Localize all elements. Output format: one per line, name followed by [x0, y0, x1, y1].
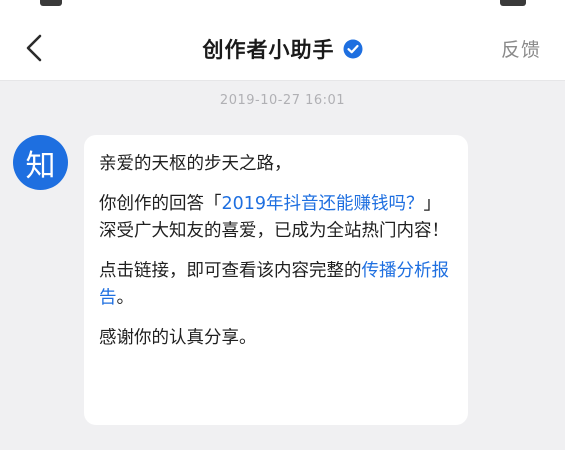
top-navigation-bar: 创作者小助手 反馈 — [0, 18, 565, 81]
status-bar-fragment — [500, 0, 526, 6]
avatar-glyph: 知 — [25, 148, 56, 184]
chevron-left-icon — [26, 34, 42, 62]
back-button[interactable] — [14, 28, 54, 68]
message-greeting: 亲爱的天枢的步天之路， — [99, 154, 292, 174]
message-closing: 感谢你的认真分享。 — [99, 328, 257, 348]
page-title: 创作者小助手 — [202, 38, 335, 62]
message-timestamp: 2019-10-27 16:01 — [219, 93, 346, 108]
verified-check-icon — [343, 39, 362, 59]
status-bar — [0, 0, 565, 18]
message-text: 你创作的回答「 — [99, 194, 222, 214]
message-paragraph: 你创作的回答「2019年抖音还能赚钱吗？」深受广大知友的喜爱，已成为全站热门内容… — [99, 191, 454, 245]
message-text: 。 — [116, 288, 135, 308]
answer-link[interactable]: 2019年抖音还能赚钱吗？ — [222, 194, 424, 214]
message-text: 点击链接，即可查看该内容完整的 — [99, 261, 362, 281]
feedback-button[interactable]: 反馈 — [501, 35, 541, 62]
status-bar-fragment — [40, 0, 62, 6]
message-paragraph: 点击链接，即可查看该内容完整的传播分析报告。 — [99, 258, 454, 312]
avatar[interactable]: 知 — [13, 135, 68, 190]
message-bubble: 亲爱的天枢的步天之路， 你创作的回答「2019年抖音还能赚钱吗？」深受广大知友的… — [84, 135, 468, 425]
title-group: 创作者小助手 — [0, 18, 565, 80]
